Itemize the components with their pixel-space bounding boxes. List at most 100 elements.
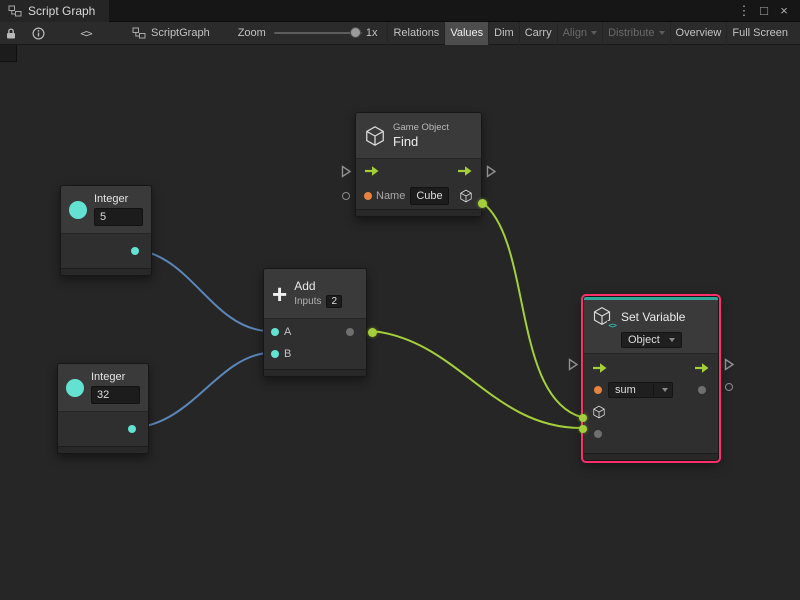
- value-input-port[interactable]: [594, 430, 602, 438]
- port-row-a: A: [264, 321, 366, 343]
- output-value-port-outer[interactable]: [725, 383, 733, 391]
- name-row: Name Cube: [356, 183, 481, 209]
- tab-label: Script Graph: [28, 4, 95, 18]
- maximize-icon[interactable]: □: [756, 3, 772, 18]
- info-icon: [32, 27, 45, 40]
- output-port-integer[interactable]: [131, 247, 139, 255]
- integer-value-field[interactable]: 5: [94, 208, 143, 226]
- flow-in-port[interactable]: [341, 165, 352, 178]
- gameobject-cube-icon: [364, 125, 386, 147]
- integer-type-icon: [66, 379, 84, 397]
- node-body: sum: [584, 354, 718, 453]
- node-title: Set Variable: [621, 310, 685, 324]
- node-integer-5[interactable]: Integer 5: [60, 185, 152, 276]
- kebab-menu-icon[interactable]: ⋮: [736, 3, 752, 19]
- inspector-button[interactable]: [28, 22, 48, 44]
- input-port-a[interactable]: [271, 328, 279, 336]
- output-connection-dot[interactable]: [368, 328, 377, 337]
- inputs-label: Inputs: [294, 296, 321, 307]
- variable-name-row: sum: [584, 379, 718, 401]
- zoom-slider-handle[interactable]: [350, 27, 361, 38]
- variable-code-icon: <>: [607, 321, 617, 330]
- close-icon[interactable]: ×: [776, 3, 792, 18]
- values-button[interactable]: Values: [444, 22, 488, 45]
- variable-name-port[interactable]: [594, 386, 602, 394]
- node-header: <> Set Variable Object: [584, 300, 718, 354]
- node-header: + Add Inputs 2: [264, 269, 366, 319]
- node-gameobject-find[interactable]: Game Object Find Name Cube: [355, 112, 482, 217]
- node-footer: [61, 268, 151, 275]
- node-header: Integer 5: [61, 186, 151, 234]
- lock-icon: [5, 27, 17, 40]
- object-row: [584, 401, 718, 423]
- graph-name: ScriptGraph: [151, 27, 210, 39]
- chevron-down-icon: [591, 31, 597, 35]
- add-icon: +: [272, 281, 287, 307]
- node-body: [58, 412, 148, 446]
- code-icon: <>: [80, 27, 91, 40]
- variable-dropdown-button[interactable]: [653, 383, 672, 397]
- node-title: Find: [393, 134, 449, 149]
- node-title: Integer: [91, 371, 140, 383]
- node-footer: [584, 453, 718, 460]
- zoom-slider[interactable]: [274, 22, 362, 44]
- port-label-b: B: [284, 348, 291, 360]
- node-title: Add: [294, 279, 342, 293]
- value-connection-dot[interactable]: [579, 425, 587, 433]
- flow-in-arrow-icon[interactable]: [364, 165, 380, 177]
- input-port-name[interactable]: [364, 192, 372, 200]
- zoom-label: Zoom: [238, 27, 266, 39]
- variable-scope-dropdown[interactable]: Object: [621, 332, 682, 348]
- node-footer: [264, 369, 366, 376]
- flow-out-port[interactable]: [486, 165, 497, 178]
- flow-out-arrow-icon[interactable]: [694, 362, 710, 374]
- align-button[interactable]: Align: [557, 22, 602, 45]
- node-footer: [356, 209, 481, 216]
- distribute-button[interactable]: Distribute: [602, 22, 669, 45]
- output-value-port[interactable]: [698, 386, 706, 394]
- graph-breadcrumb[interactable]: ScriptGraph: [132, 27, 210, 39]
- flow-row: [584, 357, 718, 379]
- integer-value-field[interactable]: 32: [91, 386, 140, 404]
- flow-in-arrow-icon[interactable]: [592, 362, 608, 374]
- code-view-button[interactable]: <>: [76, 22, 96, 44]
- object-input-cube-icon[interactable]: [592, 405, 606, 419]
- lock-button[interactable]: [1, 22, 21, 44]
- zoom-slider-track[interactable]: [274, 32, 362, 34]
- chevron-down-icon: [669, 338, 675, 342]
- node-set-variable[interactable]: <> Set Variable Object sum: [583, 296, 719, 461]
- canvas-corner: [0, 45, 17, 62]
- node-body: A B: [264, 319, 366, 369]
- relations-button[interactable]: Relations: [387, 22, 444, 45]
- flow-in-port[interactable]: [568, 358, 579, 371]
- output-port-integer[interactable]: [128, 425, 136, 433]
- flow-out-arrow-icon[interactable]: [457, 165, 473, 177]
- fullscreen-button[interactable]: Full Screen: [726, 22, 793, 45]
- name-label: Name: [376, 190, 405, 202]
- carry-button[interactable]: Carry: [519, 22, 557, 45]
- graph-icon: [132, 27, 146, 39]
- chevron-down-icon: [659, 31, 665, 35]
- value-row: [584, 423, 718, 445]
- output-port-sum[interactable]: [346, 328, 354, 336]
- variable-name-dropdown[interactable]: sum: [608, 382, 673, 398]
- zoom-value: 1x: [366, 27, 378, 39]
- integer-type-icon: [69, 201, 87, 219]
- input-port-b[interactable]: [271, 350, 279, 358]
- flow-row: [356, 159, 481, 183]
- name-input-port-outer[interactable]: [342, 192, 350, 200]
- dim-button[interactable]: Dim: [488, 22, 519, 45]
- gameobject-output-dot[interactable]: [478, 199, 487, 208]
- port-label-a: A: [284, 326, 291, 338]
- script-graph-icon: [8, 5, 22, 17]
- flow-out-port[interactable]: [724, 358, 735, 371]
- object-connection-dot[interactable]: [579, 414, 587, 422]
- node-integer-32[interactable]: Integer 32: [57, 363, 149, 454]
- node-body: Name Cube: [356, 159, 481, 209]
- tab-script-graph[interactable]: Script Graph: [0, 0, 109, 22]
- inputs-count-field[interactable]: 2: [326, 295, 342, 308]
- name-value-field[interactable]: Cube: [410, 187, 448, 205]
- overview-button[interactable]: Overview: [670, 22, 727, 45]
- graph-toolbar: <> ScriptGraph Zoom 1x Relations Values …: [0, 22, 800, 45]
- node-add[interactable]: + Add Inputs 2 A B: [263, 268, 367, 377]
